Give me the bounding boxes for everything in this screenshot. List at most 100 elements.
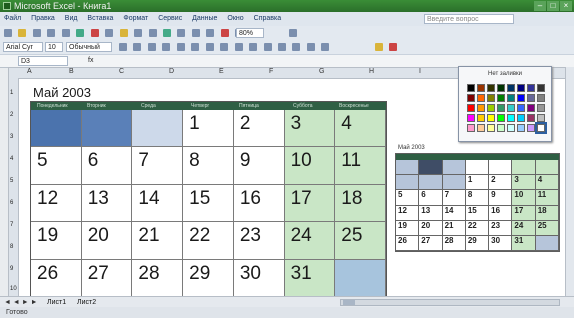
cut-icon[interactable] (90, 29, 99, 37)
no-fill-option[interactable]: Нет заливки (459, 71, 551, 77)
calendar-cell[interactable]: 25 (335, 222, 386, 260)
row-header[interactable]: 9 (10, 266, 13, 272)
color-swatch[interactable] (487, 84, 495, 92)
calendar-cell[interactable]: 4 (335, 110, 386, 148)
calendar-cell[interactable]: 17 (284, 184, 336, 223)
calendar-cell[interactable]: 12 (31, 184, 82, 223)
font-color-icon[interactable] (389, 43, 398, 51)
font-size-select[interactable]: 10 (45, 42, 63, 52)
color-swatch[interactable] (467, 94, 475, 102)
calendar-cell[interactable]: 31 (284, 259, 336, 297)
percent-icon[interactable] (234, 43, 243, 51)
preview-icon[interactable] (61, 29, 70, 37)
row-header[interactable]: 6 (10, 200, 13, 206)
row-header[interactable]: 7 (10, 222, 13, 228)
color-swatch[interactable] (517, 114, 525, 122)
color-swatch[interactable] (537, 84, 545, 92)
new-icon[interactable] (4, 29, 12, 37)
calendar-cell[interactable]: 27 (81, 259, 133, 297)
calendar-cell[interactable]: 18 (335, 184, 386, 223)
color-swatch[interactable] (507, 114, 515, 122)
chart-wizard-icon[interactable] (220, 29, 229, 37)
row-header[interactable]: 2 (10, 112, 13, 118)
color-swatch[interactable] (497, 114, 505, 122)
color-swatch[interactable] (537, 94, 545, 102)
color-swatch[interactable] (527, 124, 535, 132)
menu-window[interactable]: Окно (223, 12, 247, 26)
color-swatch[interactable] (537, 104, 545, 112)
indent-icon[interactable] (292, 43, 301, 51)
save-icon[interactable] (32, 29, 41, 37)
underline-icon[interactable] (147, 43, 156, 51)
calendar-cell[interactable] (335, 259, 386, 297)
calendar-cell[interactable]: 9 (233, 147, 285, 185)
name-box[interactable]: D3 (18, 56, 68, 66)
column-header[interactable]: F (269, 68, 273, 75)
color-swatch[interactable] (517, 104, 525, 112)
row-header[interactable]: 4 (10, 156, 13, 162)
calendar-cell[interactable]: 22 (183, 222, 234, 260)
calendar-cell[interactable]: 10 (284, 147, 336, 185)
calendar-cell[interactable]: 11 (335, 147, 386, 185)
color-swatch[interactable] (497, 104, 505, 112)
color-swatch[interactable] (497, 84, 505, 92)
color-swatch[interactable] (467, 84, 475, 92)
style-select[interactable]: Обычный (66, 42, 112, 52)
spelling-icon[interactable] (76, 29, 85, 37)
row-header[interactable]: 10 (10, 286, 17, 292)
calendar-cell[interactable] (132, 110, 184, 148)
row-header[interactable]: 8 (10, 244, 13, 250)
color-swatch[interactable] (467, 124, 475, 132)
color-swatch[interactable] (537, 114, 545, 122)
color-swatch[interactable] (497, 124, 505, 132)
borders-icon[interactable] (321, 43, 330, 51)
color-swatch[interactable] (477, 114, 485, 122)
calendar-cell[interactable]: 19 (31, 222, 82, 260)
row-header[interactable]: 5 (10, 178, 13, 184)
color-swatch[interactable] (517, 94, 525, 102)
color-swatch[interactable] (535, 122, 547, 134)
help-search-input[interactable]: Введите вопрос (424, 14, 514, 24)
menu-edit[interactable]: Правка (27, 12, 59, 26)
align-left-icon[interactable] (162, 43, 171, 51)
calendar-cell[interactable]: 6 (81, 147, 133, 185)
column-header[interactable]: I (419, 68, 421, 75)
color-swatch[interactable] (527, 94, 535, 102)
bold-icon[interactable] (119, 43, 127, 51)
decrease-decimal-icon[interactable] (277, 43, 286, 51)
calendar-cell[interactable]: 5 (31, 147, 82, 185)
paste-icon[interactable] (119, 29, 128, 37)
calendar-cell[interactable]: 14 (132, 184, 184, 223)
color-swatch[interactable] (477, 104, 485, 112)
font-name-select[interactable]: Arial Cyr (3, 42, 43, 52)
redo-icon[interactable] (148, 29, 157, 37)
color-swatch[interactable] (477, 84, 485, 92)
menu-tools[interactable]: Сервис (154, 12, 186, 26)
menu-data[interactable]: Данные (188, 12, 221, 26)
fill-color-icon[interactable] (374, 43, 383, 51)
calendar-cell[interactable] (31, 110, 82, 148)
vertical-scrollbar[interactable] (565, 67, 574, 296)
column-header[interactable]: E (219, 68, 224, 75)
color-swatch[interactable] (507, 94, 515, 102)
close-button[interactable]: × (560, 1, 572, 11)
minimize-button[interactable]: – (534, 1, 546, 11)
calendar-cell[interactable]: 16 (233, 184, 285, 223)
calendar-cell[interactable]: 21 (132, 222, 184, 260)
fx-icon[interactable]: fx (88, 55, 93, 67)
color-swatch[interactable] (507, 124, 515, 132)
increase-decimal-icon[interactable] (263, 43, 272, 51)
zoom-select[interactable]: 80% (236, 28, 264, 38)
menu-view[interactable]: Вид (61, 12, 82, 26)
calendar-cell[interactable]: 24 (284, 222, 336, 260)
column-header[interactable]: A (27, 68, 32, 75)
calendar-cell[interactable]: 3 (284, 110, 336, 148)
calendar-cell[interactable]: 26 (31, 259, 82, 297)
currency-icon[interactable] (220, 43, 229, 51)
column-header[interactable]: D (169, 68, 174, 75)
calendar-cell[interactable]: 20 (81, 222, 133, 260)
menu-format[interactable]: Формат (119, 12, 152, 26)
copy-icon[interactable] (105, 29, 114, 37)
outdent-icon[interactable] (306, 43, 315, 51)
color-swatch[interactable] (477, 94, 485, 102)
